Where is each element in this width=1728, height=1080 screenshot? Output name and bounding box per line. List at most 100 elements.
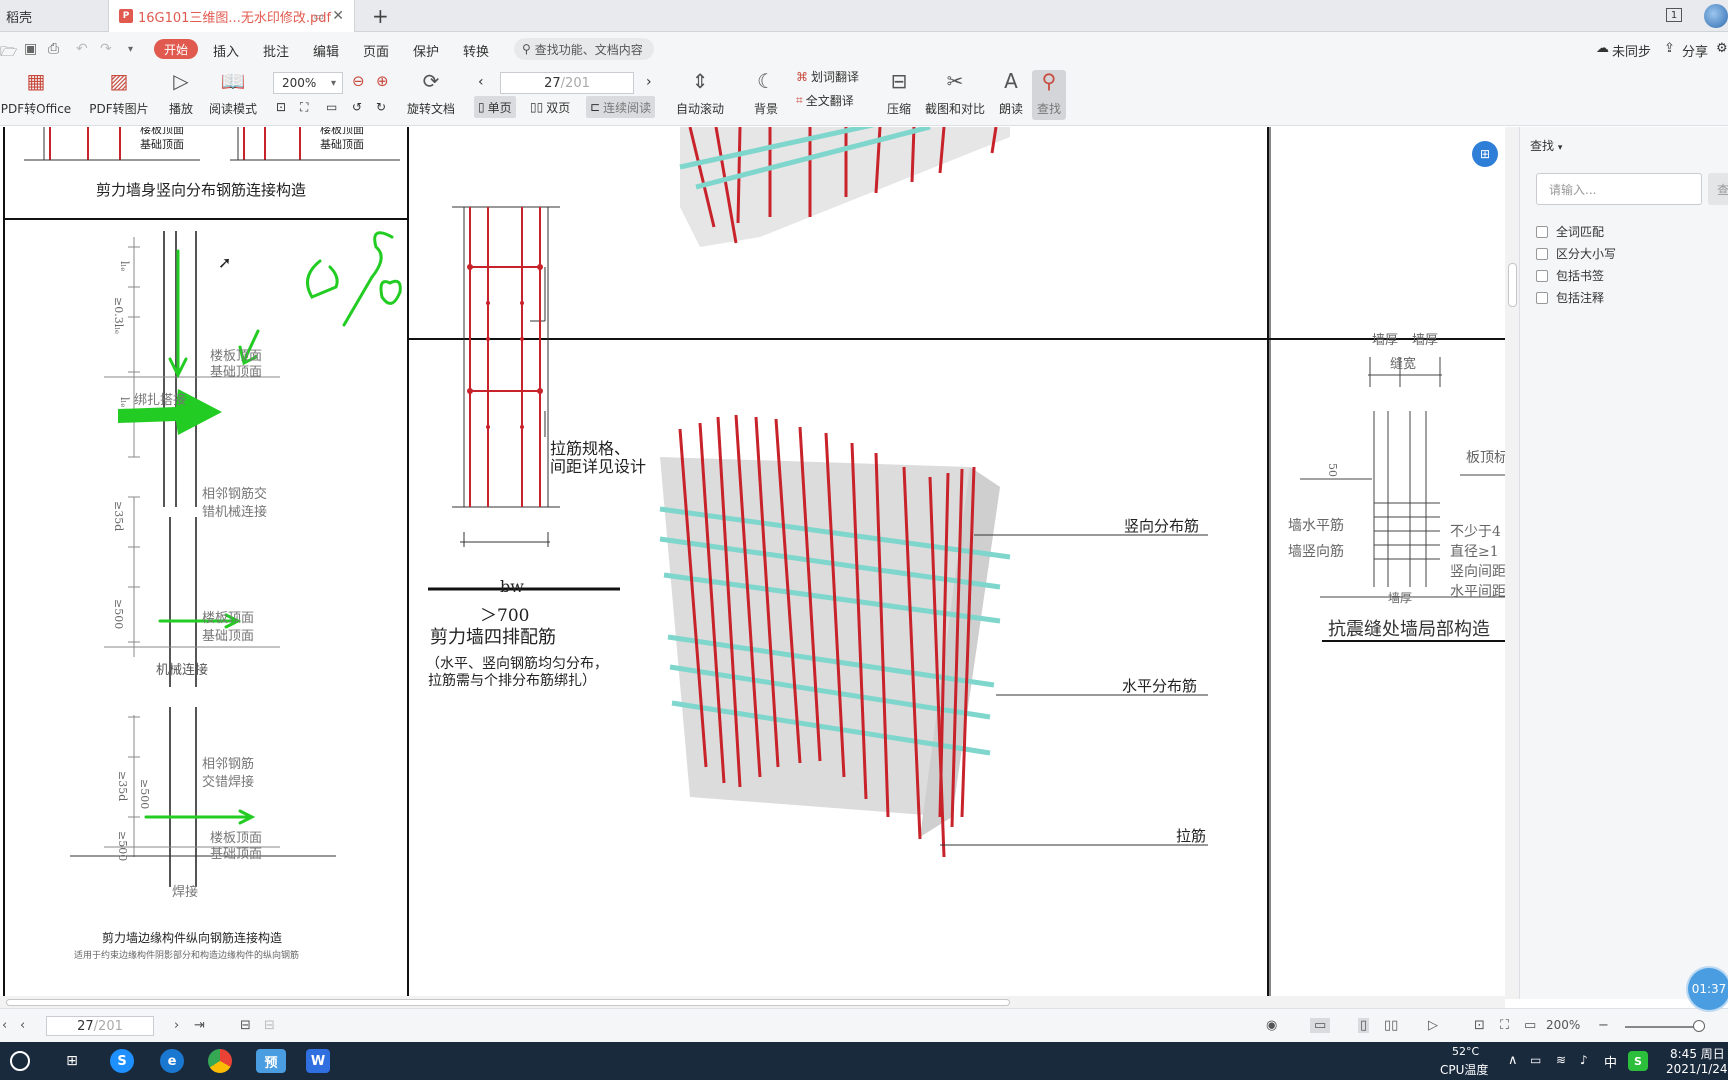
document-viewport[interactable]: 楼板顶面 基础顶面 楼板顶面 基础顶面 剪力墙身竖向分布钢筋连接构造 lₗₑ ≥…: [0, 127, 1505, 999]
avatar[interactable]: [1704, 4, 1728, 28]
zoom-out-icon[interactable]: −: [1598, 1018, 1609, 1033]
full-width-icon[interactable]: ▭: [1310, 1018, 1331, 1033]
find-panel-title[interactable]: 查找 ▾: [1530, 137, 1562, 154]
play-button[interactable]: ▷ 播放: [166, 68, 196, 117]
prev-page-icon[interactable]: ‹: [478, 74, 484, 90]
quick-menu-chevron-icon[interactable]: ▾: [128, 44, 133, 55]
pdf-to-image-button[interactable]: ▨ PDF转图片: [88, 68, 150, 117]
tray-expand-icon[interactable]: ∧: [1508, 1053, 1518, 1068]
start-circle-icon[interactable]: [10, 1051, 30, 1071]
zoom-select[interactable]: 200% ▾: [273, 72, 343, 94]
window-count-badge[interactable]: 1: [1666, 8, 1682, 22]
tab-home[interactable]: 稻壳: [0, 0, 105, 32]
checkbox[interactable]: [1536, 225, 1548, 238]
redo-icon[interactable]: ↷: [100, 41, 112, 57]
menu-protect[interactable]: 保护: [413, 41, 439, 60]
menu-start[interactable]: 开始: [154, 39, 198, 59]
vertical-scroll-thumb[interactable]: [1508, 263, 1517, 307]
compress-button[interactable]: ⊟ 压缩: [884, 68, 914, 117]
sogou-icon[interactable]: S: [110, 1049, 134, 1073]
menu-annotate[interactable]: 批注: [263, 41, 289, 60]
horizontal-scroll-thumb[interactable]: [6, 999, 1010, 1006]
browser-edge-icon[interactable]: e: [160, 1049, 184, 1073]
prev-page-icon[interactable]: ‹: [20, 1018, 25, 1033]
tab-close-icon[interactable]: ✕: [332, 8, 344, 24]
wps-writer-icon[interactable]: W: [306, 1049, 330, 1073]
status-page-input[interactable]: 27 /201: [46, 1016, 154, 1036]
menu-edit[interactable]: 编辑: [313, 41, 339, 60]
pdf-to-office-button[interactable]: ▦ PDF转Office: [0, 68, 72, 117]
battery-icon[interactable]: ▭: [1530, 1053, 1541, 1067]
first-page-icon[interactable]: ‹: [2, 1018, 7, 1033]
horizontal-scrollbar[interactable]: [0, 996, 1505, 1008]
feature-search-input[interactable]: ⚲ 查找功能、文档内容: [514, 38, 654, 60]
checkbox[interactable]: [1536, 291, 1548, 304]
option-match-case[interactable]: 区分大小写: [1536, 245, 1616, 262]
double-page-view-icon[interactable]: ▯▯: [1384, 1018, 1398, 1033]
volume-icon[interactable]: ♪: [1580, 1053, 1588, 1067]
option-include-annotations[interactable]: 包括注释: [1536, 289, 1604, 306]
sync-status[interactable]: 未同步: [1612, 41, 1651, 60]
read-aloud-button[interactable]: A 朗读: [996, 68, 1026, 117]
print-icon[interactable]: ⎙: [48, 41, 59, 57]
wifi-icon[interactable]: ≋: [1556, 1053, 1566, 1067]
single-page-view-icon[interactable]: ▯: [1358, 1018, 1370, 1033]
chrome-icon[interactable]: [208, 1049, 232, 1073]
vertical-scrollbar[interactable]: [1505, 127, 1519, 999]
last-page-icon[interactable]: ⇥: [194, 1018, 205, 1033]
full-translate-button[interactable]: ⌗ 全文翻译: [796, 92, 854, 109]
fit-width-icon[interactable]: ▭: [326, 100, 337, 114]
forward-icon[interactable]: ⊟: [264, 1018, 275, 1033]
task-view-icon[interactable]: ⊞: [60, 1049, 84, 1073]
ai-assistant-icon[interactable]: ⊞: [1472, 141, 1498, 167]
screenshot-compare-button[interactable]: ✂ 截图和对比: [924, 68, 986, 117]
read-mode-button[interactable]: 📖 阅读模式: [208, 68, 258, 117]
continuous-read-button[interactable]: ⊏ 连续阅读: [586, 96, 656, 118]
find-go-button[interactable]: 查: [1708, 173, 1728, 205]
next-page-icon[interactable]: ›: [646, 74, 652, 90]
option-whole-word[interactable]: 全词匹配: [1536, 223, 1604, 240]
zoom-out-icon[interactable]: ⊖: [352, 72, 365, 90]
eye-icon[interactable]: ◉: [1266, 1018, 1277, 1033]
find-input[interactable]: 请输入...: [1536, 173, 1702, 205]
menu-convert[interactable]: 转换: [463, 41, 489, 60]
double-page-button[interactable]: ▯▯ 双页: [526, 96, 574, 118]
ime-indicator[interactable]: 中: [1604, 1052, 1617, 1071]
checkbox[interactable]: [1536, 269, 1548, 282]
recording-timer[interactable]: 01:37: [1688, 968, 1728, 1010]
zoom-in-icon[interactable]: ⊕: [376, 72, 389, 90]
back-icon[interactable]: ⊟: [240, 1018, 251, 1033]
settings-icon[interactable]: ⚙: [1716, 41, 1728, 56]
checkbox[interactable]: [1536, 247, 1548, 260]
next-page-icon[interactable]: ›: [174, 1018, 179, 1033]
open-folder-icon[interactable]: 🗁: [0, 41, 17, 65]
auto-scroll-button[interactable]: ⇕ 自动滚动: [672, 68, 728, 117]
wps-preview-icon[interactable]: 预: [256, 1049, 286, 1073]
crop-icon[interactable]: ⛶: [1500, 1018, 1509, 1033]
fit-icon[interactable]: ⊡: [1474, 1018, 1485, 1033]
tab-document[interactable]: P 16G101三维图...无水印修改.pdf ▭ ✕: [108, 0, 355, 32]
page-setup-icon[interactable]: ▭: [1524, 1018, 1536, 1033]
background-button[interactable]: ☾ 背景: [748, 68, 784, 117]
status-zoom[interactable]: 200%: [1546, 1018, 1580, 1032]
share-button[interactable]: 分享: [1682, 41, 1708, 60]
tab-restore-icon[interactable]: ▭: [314, 10, 324, 23]
undo-icon[interactable]: ↶: [76, 41, 88, 57]
single-page-button[interactable]: ▯ 单页: [474, 96, 516, 118]
sogou-ime-icon[interactable]: S: [1628, 1051, 1648, 1071]
rotate-left-icon[interactable]: ↺: [352, 100, 362, 114]
menu-page[interactable]: 页面: [363, 41, 389, 60]
rotate-document-button[interactable]: ⟳ 旋转文档: [406, 68, 456, 117]
new-tab-button[interactable]: +: [372, 0, 389, 32]
option-include-bookmarks[interactable]: 包括书签: [1536, 267, 1604, 284]
rotate-right-icon[interactable]: ↻: [376, 100, 386, 114]
actual-size-icon[interactable]: ⊡: [276, 100, 286, 114]
page-number-input[interactable]: 27 /201: [500, 72, 634, 94]
save-icon[interactable]: ▣: [24, 41, 37, 57]
word-translate-button[interactable]: ⌘ 划词翻译: [796, 68, 859, 85]
find-button[interactable]: ⚲ 查找: [1034, 68, 1064, 117]
fit-page-icon[interactable]: ⛶: [300, 100, 308, 115]
menu-insert[interactable]: 插入: [213, 41, 239, 60]
play-icon[interactable]: ▷: [1428, 1018, 1438, 1033]
zoom-slider-handle[interactable]: [1693, 1020, 1705, 1032]
